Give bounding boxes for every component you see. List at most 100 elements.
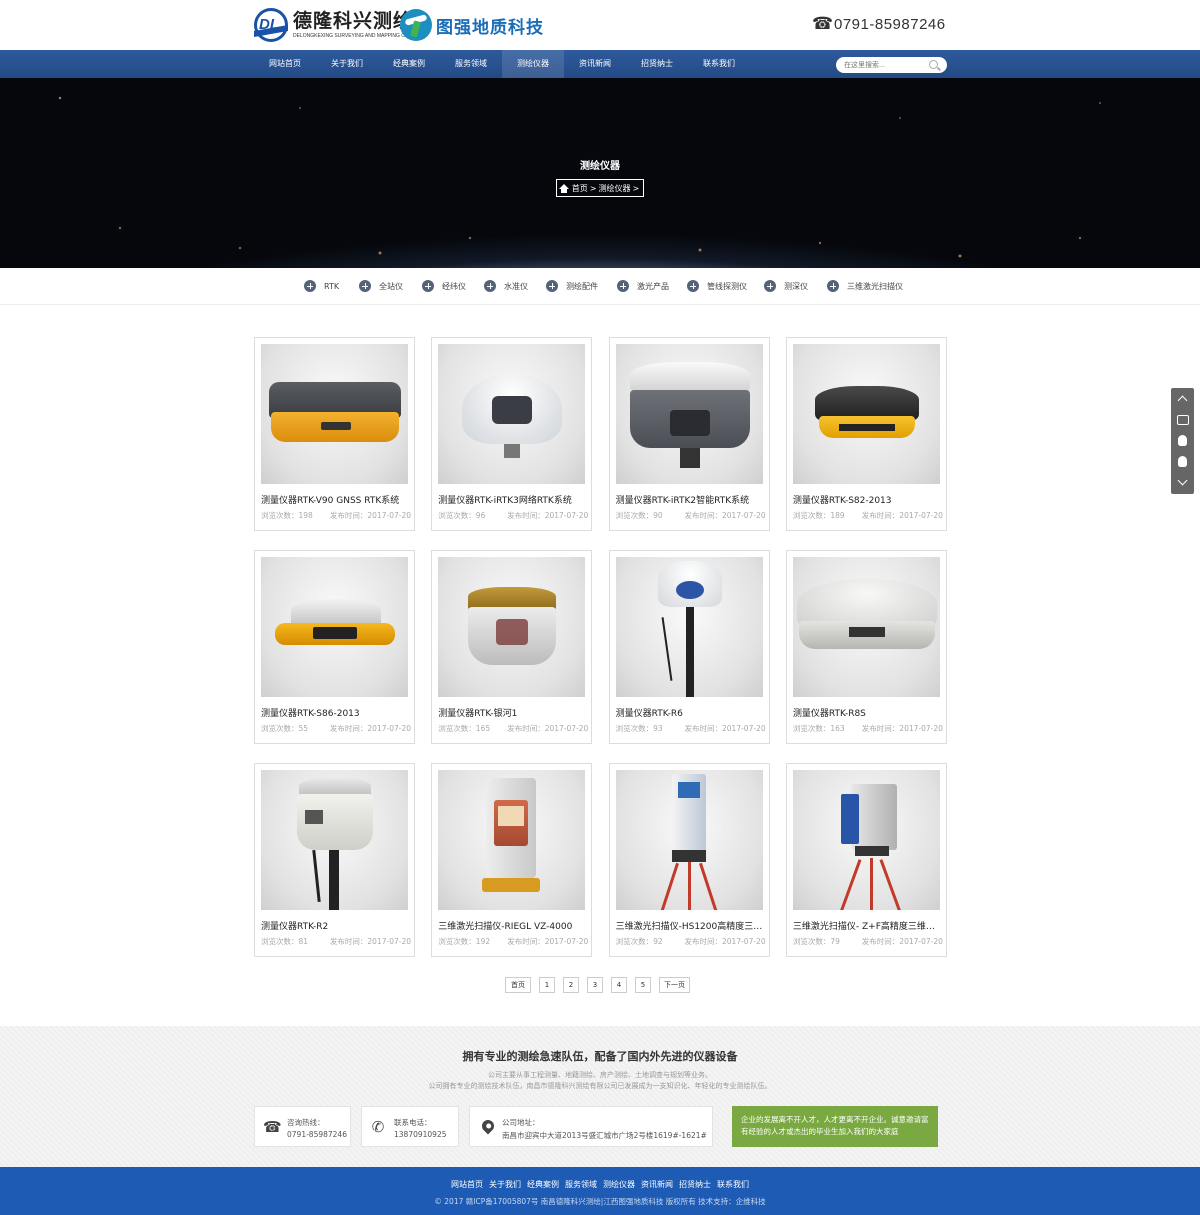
- product-card[interactable]: 测量仪器RTK-S86-2013 浏览次数：55 发布时间：2017-07-20: [254, 550, 415, 744]
- date-label: 发布时间：: [507, 511, 545, 520]
- product-views: 浏览次数：198: [261, 510, 313, 521]
- qq-icon[interactable]: [1171, 451, 1194, 472]
- footer-link[interactable]: 资讯新闻: [641, 1180, 673, 1189]
- footer-link[interactable]: 经典案例: [527, 1180, 559, 1189]
- category-item[interactable]: 经纬仪: [422, 280, 484, 292]
- product-card[interactable]: 测量仪器RTK-R6 浏览次数：93 发布时间：2017-07-20: [608, 550, 770, 744]
- product-name[interactable]: 测量仪器RTK-R2: [261, 919, 411, 932]
- product-image[interactable]: [615, 770, 763, 910]
- date-value: 2017-07-20: [722, 937, 766, 946]
- nav-item[interactable]: 测绘仪器: [502, 50, 564, 78]
- chevron-up-icon[interactable]: [1171, 388, 1194, 409]
- product-views: 浏览次数：81: [261, 936, 308, 947]
- views-label: 浏览次数：: [261, 937, 299, 946]
- category-item[interactable]: 测深仪: [764, 280, 827, 292]
- nav-item[interactable]: 经典案例: [378, 50, 440, 78]
- product-card[interactable]: 测量仪器RTK-iRTK2智能RTK系统 浏览次数：90 发布时间：2017-07-…: [608, 337, 770, 531]
- chevron-down-icon[interactable]: [1171, 472, 1194, 493]
- device-shape: [840, 794, 859, 844]
- product-card[interactable]: 三维激光扫描仪-HS1200高精度三维激光扫描仪浏览次数：92 发布时间：2017…: [608, 763, 770, 957]
- chat-icon[interactable]: [1171, 409, 1194, 430]
- product-name[interactable]: 三维激光扫描仪- Z+F高精度三维激光扫描仪: [793, 919, 943, 932]
- product-card[interactable]: 测量仪器RTK-R8S 浏览次数：163 发布时间：2017-07-20: [785, 550, 947, 744]
- nav-item[interactable]: 资讯新闻: [564, 50, 626, 78]
- product-name[interactable]: 测量仪器RTK-银河1: [438, 706, 588, 719]
- info-desc-line: 公司拥有专业的测绘技术队伍，南昌市德隆科兴测绘有限公司已发展成为一支知识化、年轻…: [428, 1082, 772, 1090]
- footer-link[interactable]: 关于我们: [489, 1180, 521, 1189]
- category-label: 水准仪: [504, 281, 528, 291]
- product-name[interactable]: 测量仪器RTK-S82-2013: [793, 493, 943, 506]
- pagination-first[interactable]: 首页: [505, 977, 531, 993]
- product-image[interactable]: [792, 770, 940, 910]
- product-card[interactable]: 测量仪器RTK-S82-2013 浏览次数：189 发布时间：2017-07-20: [785, 337, 947, 531]
- qq-icon[interactable]: [1171, 430, 1194, 451]
- date-label: 发布时间：: [861, 937, 900, 946]
- home-icon: [558, 183, 569, 193]
- device-shape: [838, 424, 895, 431]
- search-icon[interactable]: [929, 60, 938, 69]
- product-image[interactable]: [792, 344, 940, 484]
- product-name[interactable]: 测量仪器RTK-V90 GNSS RTK系统: [261, 493, 411, 506]
- delong-logo[interactable]: 德隆科兴测绘 DELONGKEXING SURVEYING AND MAPPIN…: [254, 7, 422, 43]
- product-card[interactable]: 测量仪器RTK-iRTK3网络RTK系统 浏览次数：96 发布时间：2017-07-…: [431, 337, 593, 531]
- product-image[interactable]: [792, 557, 940, 697]
- product-name[interactable]: 测量仪器RTK-R6: [616, 706, 766, 719]
- product-card[interactable]: 三维激光扫描仪-RIEGL VZ-4000 浏览次数：192 发布时间：2017-0…: [431, 763, 593, 957]
- product-name[interactable]: 测量仪器RTK-iRTK2智能RTK系统: [616, 493, 766, 506]
- tuqiang-logo[interactable]: 图强地质科技: [400, 9, 544, 41]
- product-meta: 浏览次数：198 发布时间：2017-07-20: [261, 510, 411, 521]
- product-meta: 浏览次数：81 发布时间：2017-07-20: [261, 936, 411, 947]
- date-label: 发布时间：: [861, 724, 900, 733]
- nav-item[interactable]: 服务领域: [440, 50, 502, 78]
- category-item[interactable]: 水准仪: [484, 280, 546, 292]
- search-input[interactable]: [844, 57, 926, 73]
- device-shape: [679, 448, 700, 468]
- breadcrumb-home[interactable]: 首页: [572, 183, 588, 194]
- pagination-page[interactable]: 3: [587, 977, 603, 993]
- product-image[interactable]: [615, 344, 763, 484]
- category-item[interactable]: 测绘配件: [546, 280, 617, 292]
- product-image[interactable]: [438, 344, 586, 484]
- product-image[interactable]: [438, 557, 586, 697]
- category-item[interactable]: 全站仪: [359, 280, 422, 292]
- footer-link[interactable]: 测绘仪器: [603, 1180, 635, 1189]
- product-name[interactable]: 测量仪器RTK-S86-2013: [261, 706, 411, 719]
- site-footer: 网站首页 关于我们 经典案例 服务领域 测绘仪器 资讯新闻 招贤纳士 联系我们 © 2017 …: [0, 1167, 1200, 1215]
- nav-item[interactable]: 招贤纳士: [626, 50, 688, 78]
- product-date: 发布时间：2017-07-20: [330, 936, 411, 947]
- product-image[interactable]: [438, 770, 586, 910]
- product-name[interactable]: 测量仪器RTK-R8S: [793, 706, 943, 719]
- category-item[interactable]: 管线探测仪: [687, 280, 764, 292]
- product-name[interactable]: 三维激光扫描仪-HS1200高精度三维激光扫描仪: [616, 919, 766, 932]
- product-card[interactable]: 三维激光扫描仪- Z+F高精度三维激光扫描仪浏览次数：79 发布时间：2017-0…: [785, 763, 947, 957]
- category-item[interactable]: 三维激光扫描仪: [827, 280, 917, 292]
- views-label: 浏览次数：: [261, 511, 299, 520]
- category-item[interactable]: RTK: [304, 280, 359, 292]
- nav-item[interactable]: 联系我们: [688, 50, 750, 78]
- nav-item[interactable]: 关于我们: [316, 50, 378, 78]
- date-value: 2017-07-20: [367, 937, 411, 946]
- product-image[interactable]: [615, 557, 763, 697]
- pagination-page[interactable]: 4: [611, 977, 627, 993]
- breadcrumb-current[interactable]: 测绘仪器: [599, 183, 631, 194]
- product-card[interactable]: 测量仪器RTK-V90 GNSS RTK系统 浏览次数：198 发布时间：2017-…: [254, 337, 415, 531]
- breadcrumb: 首页 > 测绘仪器 >: [556, 179, 644, 197]
- category-item[interactable]: 激光产品: [617, 280, 687, 292]
- nav-item[interactable]: 网站首页: [254, 50, 316, 78]
- footer-link[interactable]: 联系我们: [717, 1180, 749, 1189]
- product-card[interactable]: 测量仪器RTK-银河1 浏览次数：165 发布时间：2017-07-20: [431, 550, 593, 744]
- footer-link[interactable]: 招贤纳士: [679, 1180, 711, 1189]
- plus-circle-icon: [359, 280, 371, 292]
- product-card[interactable]: 测量仪器RTK-R2 浏览次数：81 发布时间：2017-07-20: [254, 763, 415, 957]
- pagination-page[interactable]: 2: [563, 977, 579, 993]
- pagination-next[interactable]: 下一页: [659, 977, 690, 993]
- pagination-page[interactable]: 5: [635, 977, 651, 993]
- pagination-page[interactable]: 1: [539, 977, 555, 993]
- product-name[interactable]: 测量仪器RTK-iRTK3网络RTK系统: [438, 493, 588, 506]
- footer-link[interactable]: 服务领域: [565, 1180, 597, 1189]
- product-image[interactable]: [261, 557, 408, 697]
- product-image[interactable]: [261, 770, 408, 910]
- product-image[interactable]: [261, 344, 408, 484]
- product-name[interactable]: 三维激光扫描仪-RIEGL VZ-4000: [438, 919, 588, 932]
- footer-link[interactable]: 网站首页: [451, 1180, 483, 1189]
